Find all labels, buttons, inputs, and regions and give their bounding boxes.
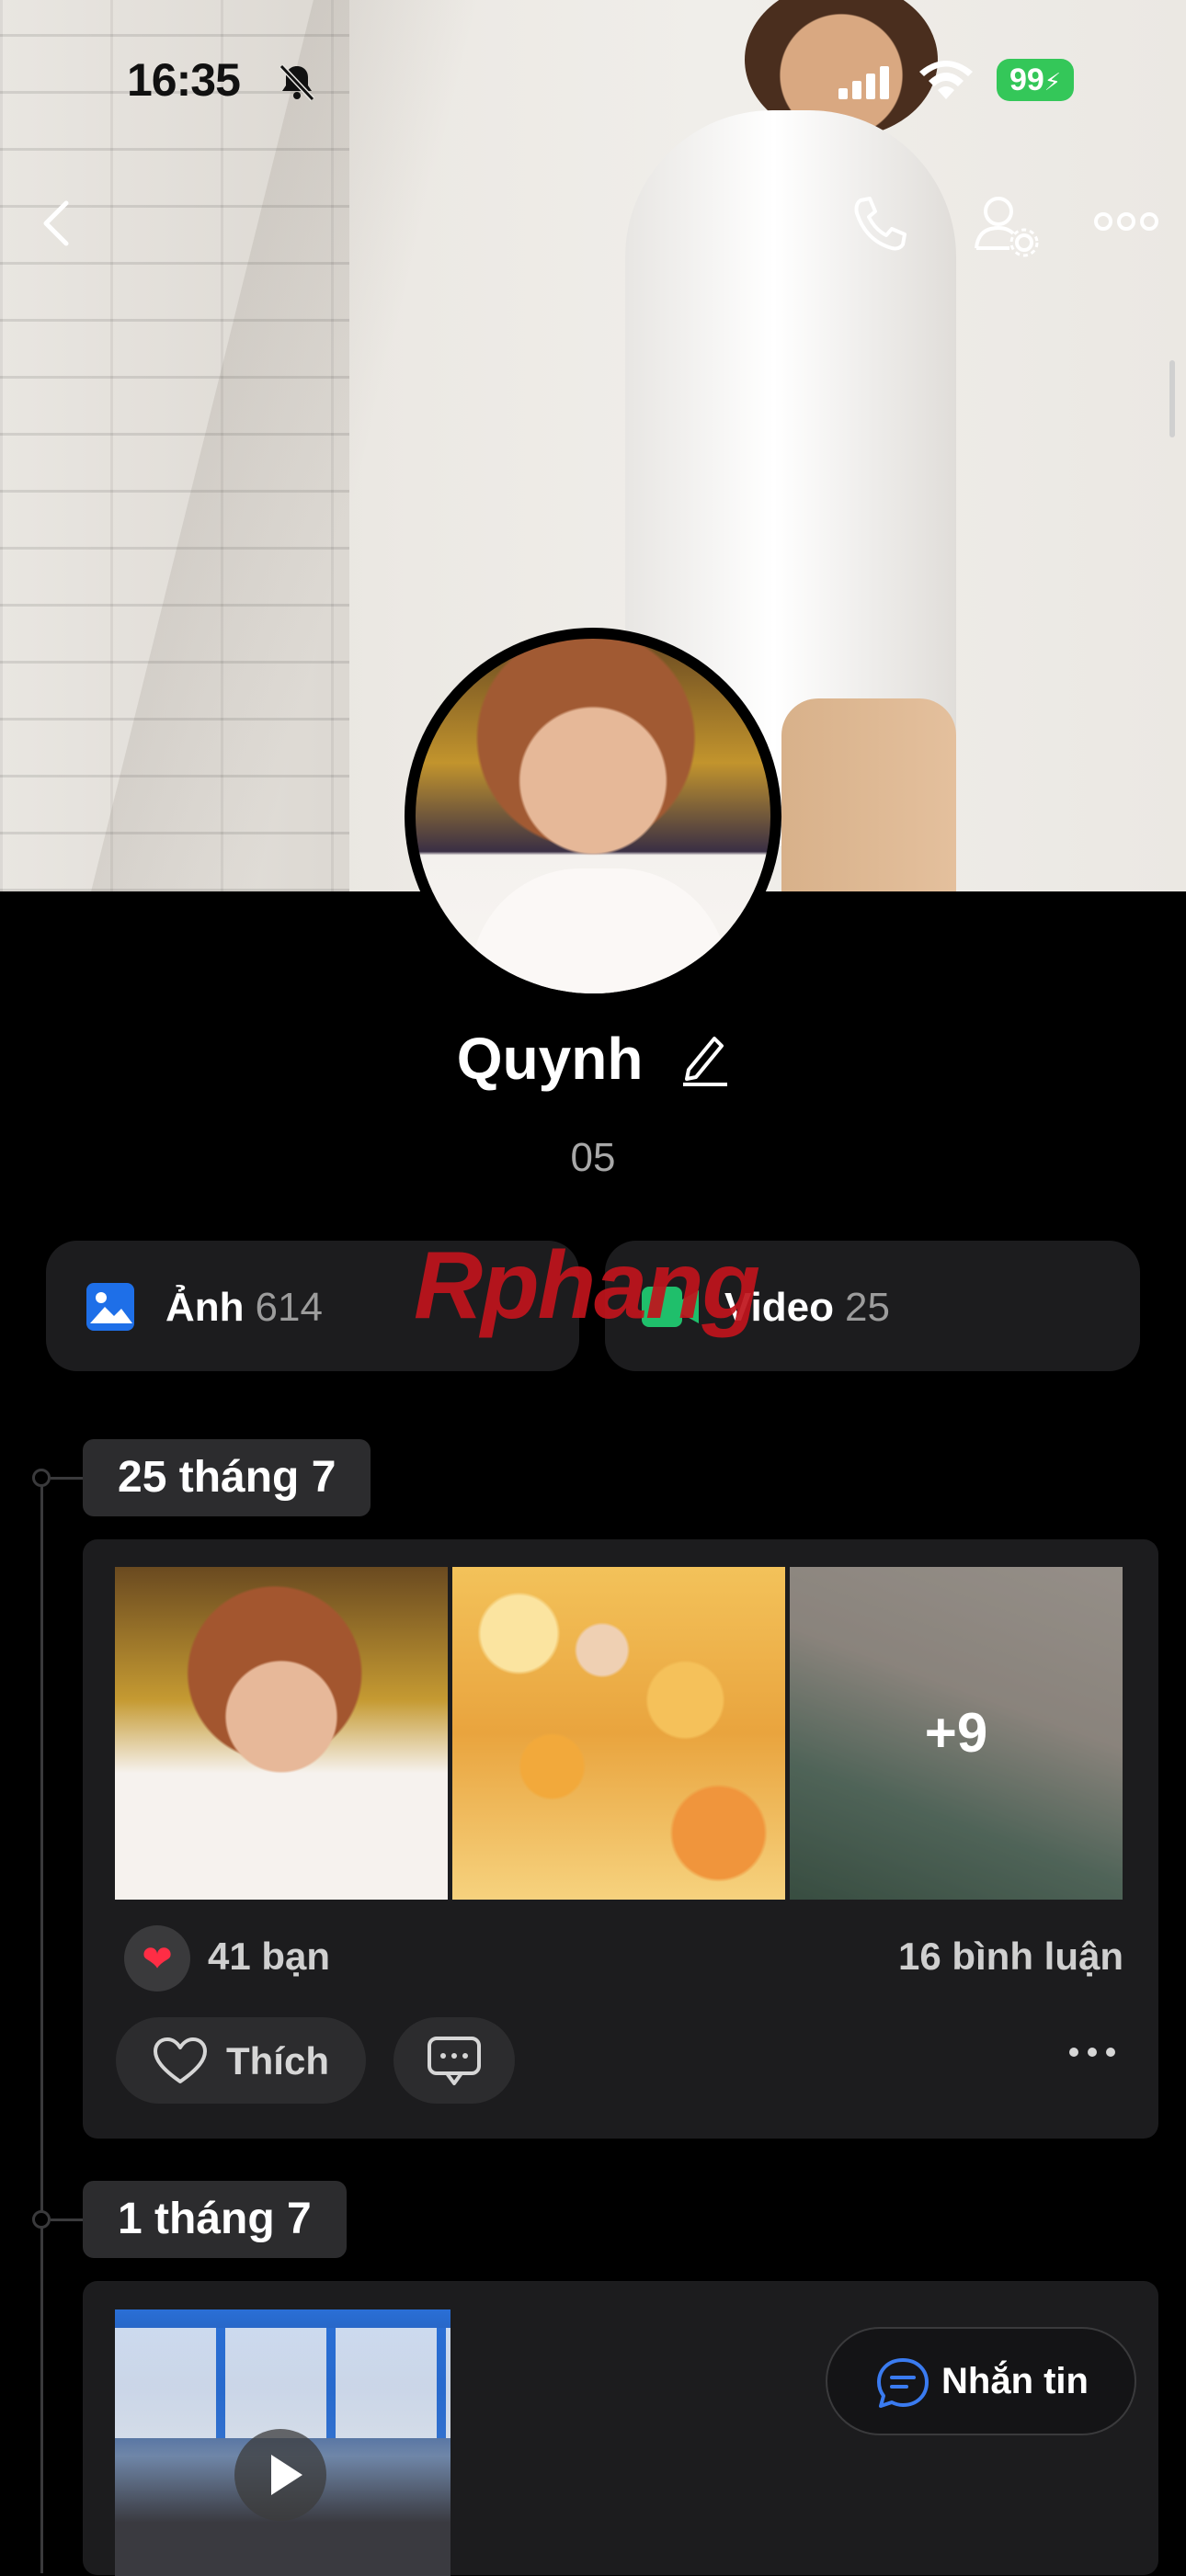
signal-icon [838,66,889,99]
back-icon[interactable] [39,198,75,249]
timeline-connector [51,1477,84,1480]
video-frame [115,2328,450,2438]
user-settings-icon[interactable] [973,193,1041,257]
photos-label-row: Ảnh 614 [165,1285,323,1331]
post-more-icon[interactable] [1066,2045,1118,2060]
videos-count: 25 [845,1285,890,1330]
post-date-chip: 1 tháng 7 [83,2181,347,2258]
post-photo[interactable] [115,1567,448,1900]
more-icon[interactable] [1094,208,1158,235]
timeline-connector [51,2219,84,2221]
battery-level: 99 [1009,62,1044,97]
message-button[interactable]: Nhắn tin [826,2327,1136,2435]
profile-name: Quynh [456,1026,644,1093]
reaction-count[interactable]: 41 bạn [208,1935,330,1979]
profile-subtitle: 05 [570,1135,616,1180]
timeline-dot [32,2210,51,2229]
comment-button[interactable] [393,2017,515,2104]
like-button[interactable]: Thích [116,2017,366,2104]
post-video[interactable] [115,2309,450,2576]
comment-count[interactable]: 16 bình luận [898,1935,1123,1979]
play-icon[interactable] [234,2429,326,2521]
status-time-text: 16:35 [127,54,241,106]
watermark-text: Rphang [414,1232,760,1339]
post-photo-more[interactable]: +9 [790,1567,1123,1900]
post-date: 1 tháng 7 [118,2195,312,2243]
cover-person-legs [781,698,956,891]
more-photos-count: +9 [924,1702,988,1764]
wifi-icon [919,61,973,99]
comment-icon [428,2037,481,2085]
chat-icon [877,2358,929,2408]
profile-name-row: Quynh [0,1020,1186,1093]
post-photo[interactable] [452,1567,785,1900]
photos-count: 614 [255,1285,323,1330]
avatar[interactable] [405,628,781,1004]
scroll-indicator[interactable] [1169,360,1175,437]
battery-indicator: 99⚡ [997,59,1074,101]
timeline-dot [32,1469,51,1487]
avatar-image [416,639,770,993]
like-label: Thích [226,2039,329,2082]
message-label: Nhắn tin [941,2361,1089,2401]
heart-outline-icon [154,2037,207,2083]
photo-icon [86,1283,134,1331]
edit-icon[interactable] [679,1031,729,1087]
watermark-logo: Rphang [414,1231,760,1341]
phone-icon[interactable] [848,193,910,255]
heart-icon: ❤ [124,1925,190,1992]
post-date-chip: 25 tháng 7 [83,1439,371,1516]
timeline-line [40,1480,43,2573]
post-date: 25 tháng 7 [118,1453,336,1502]
avatar-shirt [471,868,728,993]
charging-bolt: ⚡ [1043,68,1062,96]
play-triangle [271,2455,302,2495]
photos-label: Ảnh [165,1285,245,1330]
status-time: 16:35 [127,53,241,107]
bell-off-icon [279,63,315,102]
